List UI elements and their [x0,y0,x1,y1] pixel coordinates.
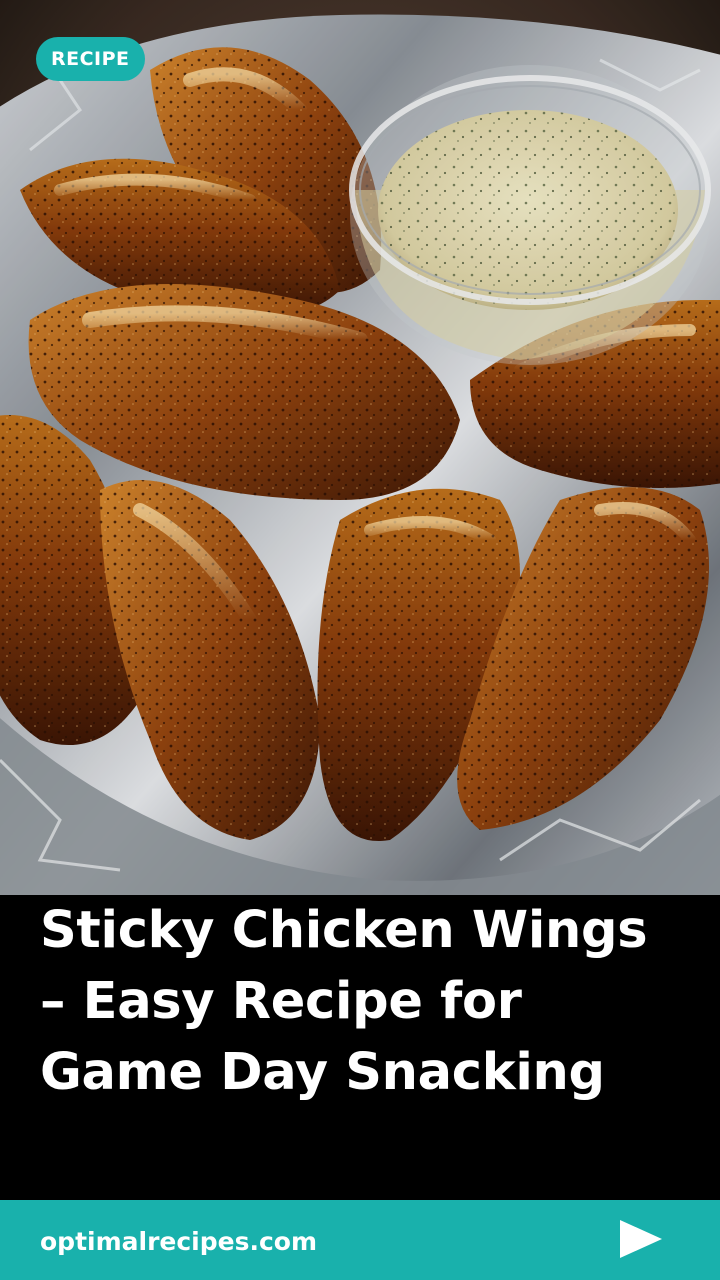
title-area: Sticky Chicken Wings – Easy Recipe for G… [0,895,720,1200]
title-line: Sticky Chicken Wings [40,901,648,960]
footer-bar[interactable]: optimalrecipes.com [0,1200,720,1280]
title-line: Game Day Snacking [40,1043,605,1102]
play-triangle-icon[interactable] [618,1218,664,1260]
recipe-story-card[interactable]: RECIPE Sticky Chicken Wings – Easy Recip… [0,0,720,1280]
chicken-wings-photo-icon [0,0,720,895]
article-title: Sticky Chicken Wings – Easy Recipe for G… [40,895,700,1108]
site-link[interactable]: optimalrecipes.com [40,1200,317,1280]
recipe-badge: RECIPE [36,37,145,81]
title-line: – Easy Recipe for [40,972,522,1031]
hero-photo: RECIPE [0,0,720,895]
